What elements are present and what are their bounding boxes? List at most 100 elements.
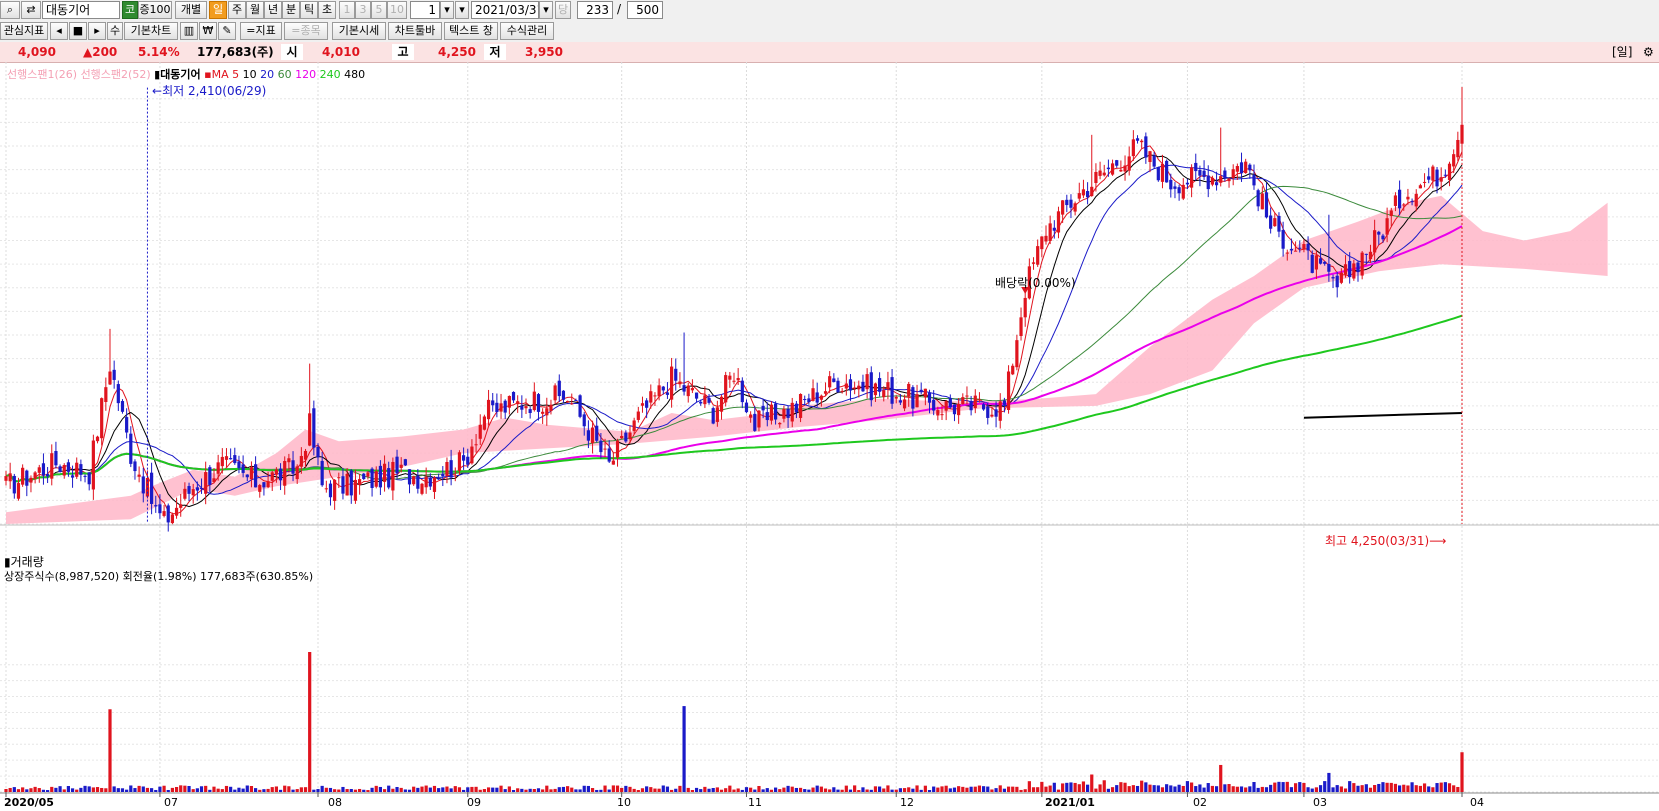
tools-button[interactable]: ✎ bbox=[218, 22, 236, 40]
candle-body bbox=[137, 474, 141, 477]
candle-body bbox=[295, 466, 299, 480]
volume-bar bbox=[337, 789, 341, 792]
volume-bar bbox=[1244, 787, 1248, 792]
period-tab-minute[interactable]: 분 bbox=[282, 1, 300, 19]
formula-manage-button[interactable]: 수식관리 bbox=[500, 22, 554, 40]
volume-bar bbox=[549, 789, 553, 792]
candle-style-button[interactable]: ▥ bbox=[180, 22, 198, 40]
swap-button[interactable]: ⇄ bbox=[21, 1, 41, 19]
date-dropdown[interactable]: ▾ bbox=[539, 1, 553, 19]
volume-bar bbox=[491, 787, 495, 792]
unit-button[interactable]: 당 bbox=[555, 1, 571, 19]
volume-bar bbox=[1214, 786, 1219, 792]
x-label: 09 bbox=[467, 796, 481, 809]
period-tab-day[interactable]: 일 bbox=[209, 1, 227, 19]
volume-bar bbox=[1339, 786, 1343, 792]
candle-body bbox=[1356, 262, 1360, 273]
text-window-button[interactable]: 텍스트 창 bbox=[444, 22, 498, 40]
count-input[interactable]: 233 bbox=[577, 1, 613, 19]
candle-body bbox=[774, 403, 778, 420]
volume-bar bbox=[1343, 788, 1348, 792]
candle-body bbox=[507, 396, 511, 408]
candle-body bbox=[566, 400, 570, 403]
interval-5-button[interactable]: 5 bbox=[371, 1, 387, 19]
date-input[interactable]: 2021/03/31 bbox=[471, 1, 539, 19]
volume-bar bbox=[428, 787, 432, 792]
volume-bar bbox=[665, 786, 670, 792]
volume-bar bbox=[291, 789, 295, 792]
currency-button[interactable]: ₩ bbox=[199, 22, 217, 40]
volume-bar bbox=[1210, 785, 1214, 792]
watch-indicator-button[interactable]: 관심지표 bbox=[0, 22, 48, 40]
volume-bar bbox=[370, 787, 374, 792]
interval-spinner[interactable]: ▾ bbox=[455, 1, 469, 19]
candle-body bbox=[753, 413, 757, 431]
candle-body bbox=[786, 408, 790, 418]
volume-bar bbox=[1073, 782, 1077, 792]
candle-body bbox=[212, 478, 216, 482]
candle-body bbox=[120, 401, 125, 412]
volume-bar bbox=[1090, 774, 1094, 792]
candle-body bbox=[266, 481, 270, 488]
candle-body bbox=[1431, 166, 1435, 181]
item-button[interactable]: =종목 bbox=[284, 22, 328, 40]
total-input[interactable]: 500 bbox=[627, 1, 663, 19]
ma240-line bbox=[5, 314, 1463, 483]
candle-body bbox=[1377, 231, 1381, 235]
interval-3-button[interactable]: 3 bbox=[355, 1, 371, 19]
candle-body bbox=[1348, 261, 1352, 278]
volume-bar bbox=[150, 788, 154, 792]
candle-body bbox=[287, 458, 291, 463]
volume-bar bbox=[653, 788, 657, 792]
volume-bar bbox=[1348, 781, 1352, 792]
nav-left-button[interactable]: ◂ bbox=[50, 22, 68, 40]
volume-bar bbox=[1360, 785, 1364, 792]
volume-bar bbox=[499, 785, 503, 792]
candle-body bbox=[690, 388, 694, 391]
search-button[interactable]: ⌕ bbox=[0, 1, 20, 19]
settings-gear-icon[interactable]: ⚙ bbox=[1643, 42, 1654, 62]
ma480-line bbox=[1303, 411, 1463, 419]
candle-body bbox=[50, 453, 54, 479]
period-tab-year[interactable]: 년 bbox=[264, 1, 282, 19]
interval-1-button[interactable]: 1 bbox=[339, 1, 355, 19]
high-price: 4,250 bbox=[438, 45, 476, 59]
nav-right-button[interactable]: ▸ bbox=[88, 22, 106, 40]
candle-body bbox=[1127, 156, 1131, 171]
volume-bar bbox=[1318, 785, 1323, 792]
candle-body bbox=[457, 452, 462, 471]
volume-bar bbox=[782, 787, 786, 792]
candle-body bbox=[757, 410, 761, 428]
basic-quote-button[interactable]: 기본시세 bbox=[332, 22, 386, 40]
period-tab-month[interactable]: 월 bbox=[246, 1, 264, 19]
candle-body bbox=[853, 387, 857, 389]
volume-bar bbox=[179, 785, 183, 792]
indicator-button[interactable]: =지표 bbox=[240, 22, 282, 40]
interval-dropdown[interactable]: ▾ bbox=[440, 1, 454, 19]
individual-button[interactable]: 개별 bbox=[175, 1, 207, 19]
candle-body bbox=[345, 473, 349, 496]
volume-bar bbox=[4, 788, 8, 792]
volume-bar bbox=[62, 789, 66, 792]
volume-bar bbox=[661, 785, 665, 792]
volume-bar bbox=[1106, 788, 1110, 792]
interval-10-button[interactable]: 10 bbox=[387, 1, 407, 19]
volume-bar bbox=[769, 789, 774, 792]
volume-bar bbox=[75, 789, 79, 792]
period-tab-tick[interactable]: 틱 bbox=[300, 1, 318, 19]
volume-bar bbox=[986, 786, 990, 792]
period-tab-week[interactable]: 주 bbox=[228, 1, 246, 19]
candle-body bbox=[1248, 164, 1252, 171]
nav-stop-button[interactable]: ■ bbox=[69, 22, 87, 40]
candle-body bbox=[894, 396, 898, 399]
volume-bar bbox=[736, 788, 740, 792]
chart-toolbar-button[interactable]: 차트툴바 bbox=[388, 22, 442, 40]
volume-bar bbox=[807, 789, 811, 792]
interval-input[interactable]: 1 bbox=[410, 1, 440, 19]
basic-chart-button[interactable]: 기본차트 bbox=[124, 22, 178, 40]
correct-button[interactable]: 수 bbox=[107, 22, 123, 40]
period-tab-second[interactable]: 초 bbox=[318, 1, 336, 19]
volume-bar bbox=[333, 789, 337, 792]
volume-bar bbox=[1269, 784, 1273, 792]
stock-name-input[interactable]: 대동기어 bbox=[42, 1, 120, 19]
